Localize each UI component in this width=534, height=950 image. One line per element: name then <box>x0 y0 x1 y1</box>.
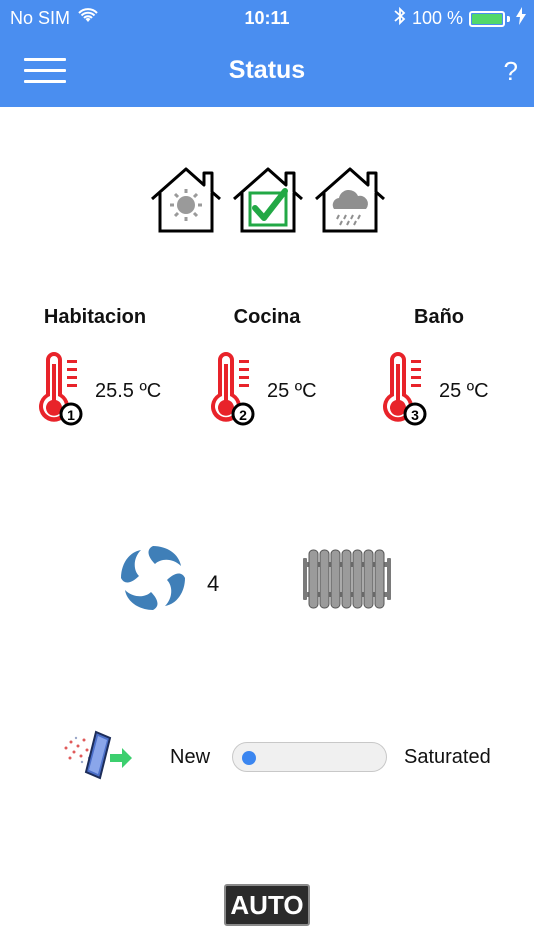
battery-fill <box>472 13 502 24</box>
mode-icons <box>148 163 388 237</box>
zone-number: 2 <box>239 407 247 423</box>
zone-name: Baño <box>414 306 464 328</box>
zone-name: Cocina <box>233 306 301 328</box>
battery-tip <box>507 15 510 22</box>
thermometer-icon: 1 <box>39 352 83 426</box>
zone-number: 3 <box>411 407 419 423</box>
sun-house-icon[interactable] <box>148 163 224 235</box>
zone-temperature: 25.5 ºC <box>95 380 162 402</box>
radiator-icon[interactable] <box>303 548 391 610</box>
page-title: Status <box>228 56 306 84</box>
checked-house-icon[interactable] <box>230 163 306 235</box>
zone-name: Habitacion <box>43 306 147 328</box>
battery-percent: 100 % <box>411 8 463 28</box>
zone-temperature: 25 ºC <box>267 380 317 402</box>
thermometer-icon: 2 <box>211 352 255 426</box>
fan-icon[interactable] <box>115 540 191 616</box>
zone-temperature: 25 ºC <box>439 380 489 402</box>
zone-number: 1 <box>67 407 75 423</box>
charging-bolt-icon <box>516 7 526 30</box>
fan-speed-value: 4 <box>207 571 220 596</box>
filter-saturation-slider[interactable]: 0.05 <box>232 742 387 772</box>
filter-saturated-label: Saturated <box>404 746 491 768</box>
thermometer-icon: 3 <box>383 352 427 426</box>
filter-new-label: New <box>170 746 211 768</box>
filter-saturation-knob[interactable] <box>242 751 257 765</box>
rain-house-icon[interactable] <box>312 163 388 235</box>
battery-icon <box>469 10 505 27</box>
bluetooth-icon <box>394 6 406 31</box>
navigation-bar: Status ? <box>0 36 534 107</box>
help-button[interactable]: ? <box>504 56 518 87</box>
status-bar: No SIM 10:11 100 % <box>0 0 534 36</box>
top-bar: No SIM 10:11 100 % Status ? <box>0 0 534 107</box>
filter-icon <box>64 730 132 780</box>
status-bar-right: 100 % <box>394 6 526 31</box>
auto-mode-button[interactable]: AUTO <box>224 884 310 926</box>
